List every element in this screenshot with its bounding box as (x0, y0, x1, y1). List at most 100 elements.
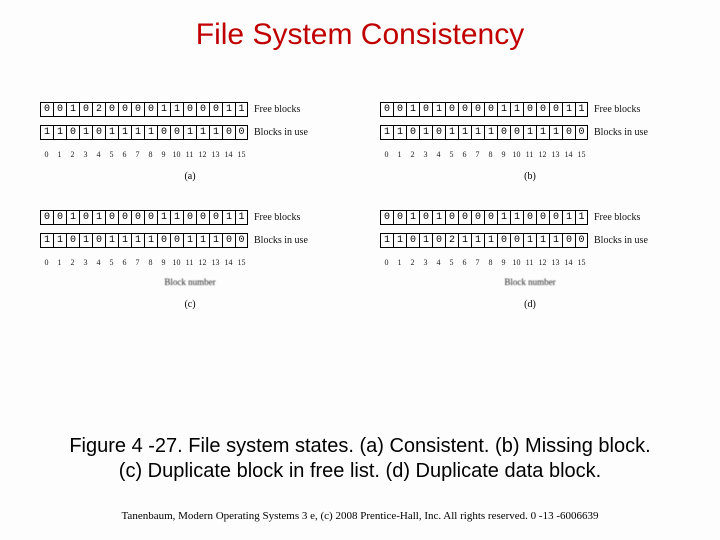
index-label: 13 (209, 150, 222, 159)
free-cell: 0 (118, 210, 131, 225)
use-cell: 1 (484, 125, 497, 140)
free-cell: 1 (406, 102, 419, 117)
free-cell: 0 (40, 102, 53, 117)
index-label: 6 (458, 258, 471, 267)
free-cell: 1 (562, 210, 575, 225)
use-cell: 1 (536, 125, 549, 140)
use-cell: 0 (510, 233, 523, 248)
free-cell: 1 (235, 210, 248, 225)
row-label-use: Blocks in use (594, 127, 648, 138)
use-cell: 0 (432, 233, 445, 248)
index-label: 2 (66, 258, 79, 267)
row-label-free: Free blocks (254, 104, 300, 115)
index-label: 13 (549, 150, 562, 159)
free-cell: 1 (157, 102, 170, 117)
free-cell: 1 (170, 102, 183, 117)
free-cell: 0 (549, 210, 562, 225)
panel-a: 0010200001100011Free blocks1101011110011… (40, 102, 340, 182)
free-cell: 1 (497, 210, 510, 225)
index-label: 8 (484, 258, 497, 267)
index-label: 1 (393, 150, 406, 159)
free-cell: 0 (105, 102, 118, 117)
use-cell: 0 (235, 233, 248, 248)
use-cell: 1 (196, 125, 209, 140)
use-cell: 1 (183, 233, 196, 248)
free-cell: 1 (510, 102, 523, 117)
free-cell: 0 (445, 102, 458, 117)
use-cell: 1 (419, 233, 432, 248)
figure-caption: Figure 4 -27. File system states. (a) Co… (0, 434, 720, 484)
index-label: 7 (131, 150, 144, 159)
index-label: 7 (471, 258, 484, 267)
index-label: 11 (183, 150, 196, 159)
index-label: 2 (406, 258, 419, 267)
panel-sublabel: (a) (40, 171, 340, 182)
index-label: 7 (471, 150, 484, 159)
use-cell: 0 (575, 125, 588, 140)
use-cell: 1 (471, 233, 484, 248)
index-label: 15 (235, 258, 248, 267)
index-label: 15 (575, 150, 588, 159)
index-label: 5 (445, 258, 458, 267)
use-cell: 0 (562, 125, 575, 140)
free-cell: 0 (393, 102, 406, 117)
index-label: 1 (393, 258, 406, 267)
index-label: 0 (380, 150, 393, 159)
free-cell: 0 (445, 210, 458, 225)
use-cell: 0 (92, 125, 105, 140)
free-cell: 0 (53, 210, 66, 225)
index-label: 8 (144, 150, 157, 159)
free-cell: 0 (484, 102, 497, 117)
index-label: 3 (79, 150, 92, 159)
use-cell: 0 (235, 125, 248, 140)
index-label: 13 (549, 258, 562, 267)
free-cell: 0 (183, 102, 196, 117)
panel-b: 0010100001100011Free blocks1101011110011… (380, 102, 680, 182)
index-label: 6 (458, 150, 471, 159)
caption-line-2: (c) Duplicate block in free list. (d) Du… (119, 460, 601, 482)
free-cell: 0 (144, 210, 157, 225)
free-cell: 1 (432, 102, 445, 117)
index-label: 13 (209, 258, 222, 267)
index-label: 12 (536, 258, 549, 267)
free-cell: 0 (79, 210, 92, 225)
use-cell: 0 (157, 233, 170, 248)
free-cell: 0 (40, 210, 53, 225)
free-cell: 0 (105, 210, 118, 225)
free-cell: 1 (92, 210, 105, 225)
caption-line-1: Figure 4 -27. File system states. (a) Co… (69, 435, 650, 457)
index-label: 10 (170, 150, 183, 159)
index-label: 4 (432, 258, 445, 267)
free-cell: 0 (458, 102, 471, 117)
index-label: 12 (536, 150, 549, 159)
index-label: 8 (484, 150, 497, 159)
use-cell: 1 (549, 125, 562, 140)
index-label: 12 (196, 150, 209, 159)
free-cell: 0 (131, 102, 144, 117)
use-cell: 0 (66, 125, 79, 140)
use-cell: 1 (118, 233, 131, 248)
use-cell: 1 (380, 125, 393, 140)
index-label: 5 (445, 150, 458, 159)
row-label-free: Free blocks (594, 212, 640, 223)
use-cell: 1 (523, 233, 536, 248)
use-cell: 1 (549, 233, 562, 248)
free-cell: 0 (209, 210, 222, 225)
use-cell: 0 (92, 233, 105, 248)
index-label: 5 (105, 258, 118, 267)
free-cell: 1 (497, 102, 510, 117)
free-cell: 1 (235, 102, 248, 117)
free-cell: 0 (380, 102, 393, 117)
free-cell: 0 (419, 210, 432, 225)
free-cell: 0 (471, 102, 484, 117)
index-label: 10 (170, 258, 183, 267)
use-cell: 1 (458, 233, 471, 248)
index-label: 4 (92, 258, 105, 267)
axis-label: Block number (40, 277, 340, 287)
index-label: 15 (575, 258, 588, 267)
index-label: 11 (523, 258, 536, 267)
free-cell: 0 (53, 102, 66, 117)
use-cell: 1 (196, 233, 209, 248)
index-label: 0 (40, 150, 53, 159)
free-cell: 1 (66, 210, 79, 225)
